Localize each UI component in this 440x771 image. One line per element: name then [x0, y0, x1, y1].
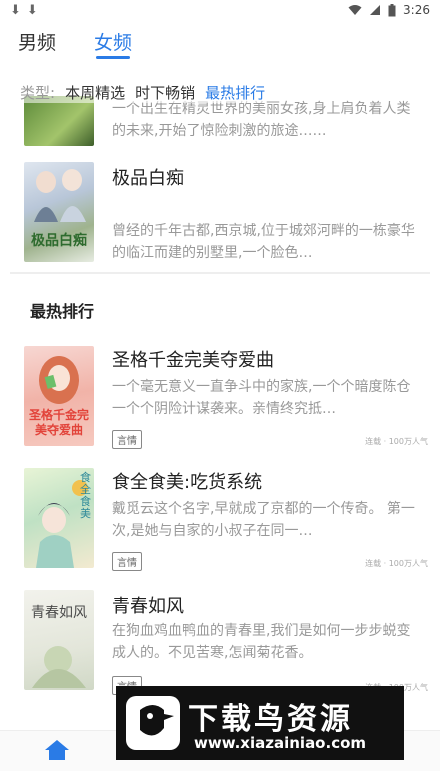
type-filter: 类型: 本周精选 时下畅销 最热排行 — [20, 82, 266, 103]
genre-tag: 言情 — [112, 552, 142, 571]
book-meta: 连载 · 100万人气 — [365, 559, 428, 568]
book-item[interactable]: 食全食美 食全食美:吃货系统 戴觅云这个名字,早就成了京都的一个传奇。 第一次,… — [0, 466, 440, 572]
watermark-text: 下载鸟资源 — [188, 702, 353, 737]
book-cover: 圣格千金完美夺爱曲 — [24, 346, 94, 446]
book-cover: 青春如风 — [24, 590, 94, 690]
book-item[interactable]: 青春如风 青春如风 在狗血鸡血鸭血的青春里,我们是如何一步步蜕变成人的。不见苦寒… — [0, 590, 440, 696]
book-title: 食全食美:吃货系统 — [112, 472, 263, 493]
gender-tabs: 男频 女频 — [0, 22, 440, 60]
book-description: 一个毫无意义一直争斗中的家族,一个个暗度陈仓一个个阴险计谋袭来。亲情终究抵… — [112, 379, 411, 417]
tab-female[interactable]: 女频 — [94, 28, 132, 55]
cover-title: 圣格千金完美夺爱曲 — [28, 408, 89, 437]
cover-title: 极品白痴 — [31, 233, 87, 249]
wifi-icon — [348, 5, 362, 15]
book-cover — [24, 96, 94, 146]
genre-tag: 言情 — [112, 430, 142, 449]
home-icon — [45, 740, 69, 760]
book-description: 戴觅云这个名字,早就成了京都的一个传奇。 第一次,是她与自家的小叔子在同一… — [112, 501, 415, 539]
bird-icon — [140, 705, 174, 736]
status-bar: ⬇⬇ 3:26 — [0, 0, 440, 22]
book-title: 极品白痴 — [112, 168, 184, 189]
book-item-partial[interactable]: 一个出生在精灵世界的美丽女孩,身上肩负着人类的未来,开始了惊险刺激的旅途…… — [0, 96, 440, 146]
watermark-banner: 下载鸟资源 www.xiazainiao.com — [116, 686, 404, 760]
book-description: 在狗血鸡血鸭血的青春里,我们是如何一步步蜕变成人的。不见苦寒,怎闻菊花香。 — [112, 623, 411, 661]
active-tab-indicator — [96, 56, 130, 59]
watermark-url: www.xiazainiao.com — [194, 734, 367, 752]
filter-hottest[interactable]: 最热排行 — [205, 82, 265, 103]
book-description: 一个出生在精灵世界的美丽女孩,身上肩负着人类的未来,开始了惊险刺激的旅途…… — [112, 101, 411, 139]
signal-icon — [370, 5, 381, 15]
clock-time: 3:26 — [403, 3, 430, 17]
book-meta: 连载 · 100万人气 — [365, 437, 428, 446]
book-description: 曾经的千年古都,西京城,位于城郊河畔的一栋豪华的临江而建的别墅里,一个脸色… — [112, 223, 415, 261]
download-icon: ⬇⬇ — [10, 3, 44, 18]
tab-male[interactable]: 男频 — [18, 28, 56, 55]
book-cover: 食全食美 — [24, 468, 94, 568]
bird-logo-icon — [126, 696, 180, 750]
filter-label: 类型: — [20, 84, 56, 102]
cover-figure-icon — [32, 646, 86, 688]
filter-bestselling[interactable]: 时下畅销 — [135, 82, 195, 103]
section-title: 最热排行 — [30, 302, 95, 321]
filter-weekly-picks[interactable]: 本周精选 — [65, 82, 125, 103]
status-icons: 3:26 — [348, 3, 430, 17]
cover-title: 食全食美 — [80, 471, 91, 520]
battery-icon — [388, 3, 396, 16]
book-item[interactable]: 圣格千金完美夺爱曲 圣格千金完美夺爱曲 一个毫无意义一直争斗中的家族,一个个暗度… — [0, 344, 440, 450]
book-cover: 极品白痴 — [24, 162, 94, 262]
section-divider — [10, 272, 430, 274]
book-item[interactable]: 极品白痴 极品白痴 曾经的千年古都,西京城,位于城郊河畔的一栋豪华的临江而建的别… — [0, 162, 440, 266]
nav-home[interactable] — [44, 739, 70, 761]
book-title: 圣格千金完美夺爱曲 — [112, 350, 274, 371]
book-title: 青春如风 — [112, 596, 184, 617]
